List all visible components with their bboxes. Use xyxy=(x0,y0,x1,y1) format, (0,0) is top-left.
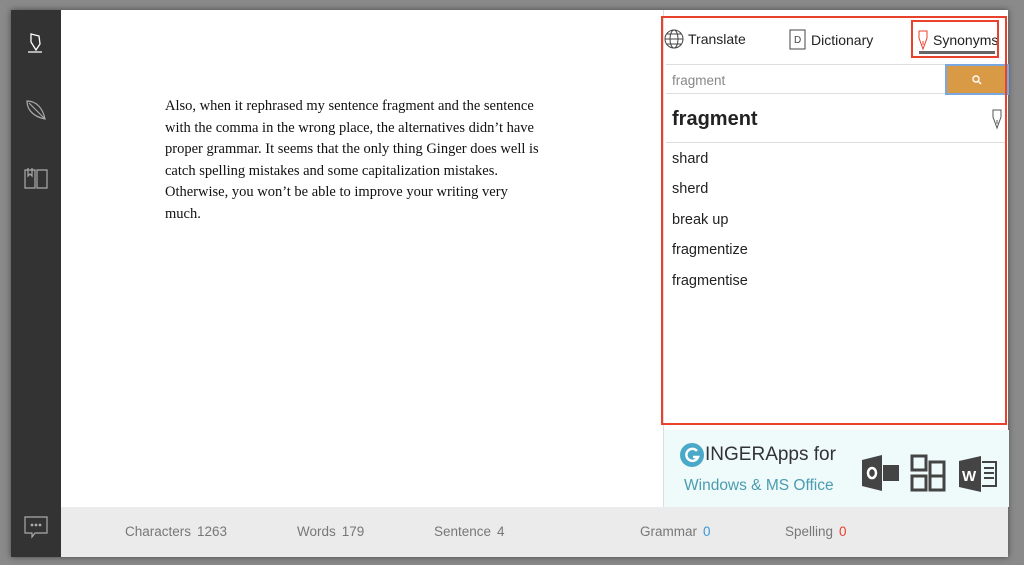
spelling-count[interactable]: Spelling 0 xyxy=(785,524,847,539)
grammar-count[interactable]: Grammar 0 xyxy=(640,524,711,539)
document-text[interactable]: Also, when it rephrased my sentence frag… xyxy=(165,96,545,225)
chat-icon[interactable] xyxy=(23,514,49,540)
reference-panel: Translate D Dictionary Synonyms fragment… xyxy=(661,10,1009,507)
highlight-box xyxy=(661,16,1007,425)
book-icon[interactable] xyxy=(23,166,49,192)
feather-icon[interactable] xyxy=(23,97,49,123)
sentence-count: Sentence 4 xyxy=(434,524,505,539)
sidebar xyxy=(11,10,61,557)
office-icon xyxy=(910,454,946,492)
ginger-logo-icon xyxy=(680,443,704,467)
status-bar: Characters 1263 Words 179 Sentence 4 Gramma… xyxy=(61,507,1008,557)
app-window: Also, when it rephrased my sentence frag… xyxy=(11,10,1009,557)
ginger-office-ad[interactable]: INGER Apps for Windows & MS Office W xyxy=(664,430,1009,507)
pen-icon[interactable] xyxy=(23,30,49,56)
word-icon: W xyxy=(959,456,997,492)
characters-count: Characters 1263 xyxy=(125,524,228,539)
svg-text:W: W xyxy=(962,468,977,485)
outlook-icon xyxy=(862,455,899,491)
words-count: Words 179 xyxy=(297,524,365,539)
